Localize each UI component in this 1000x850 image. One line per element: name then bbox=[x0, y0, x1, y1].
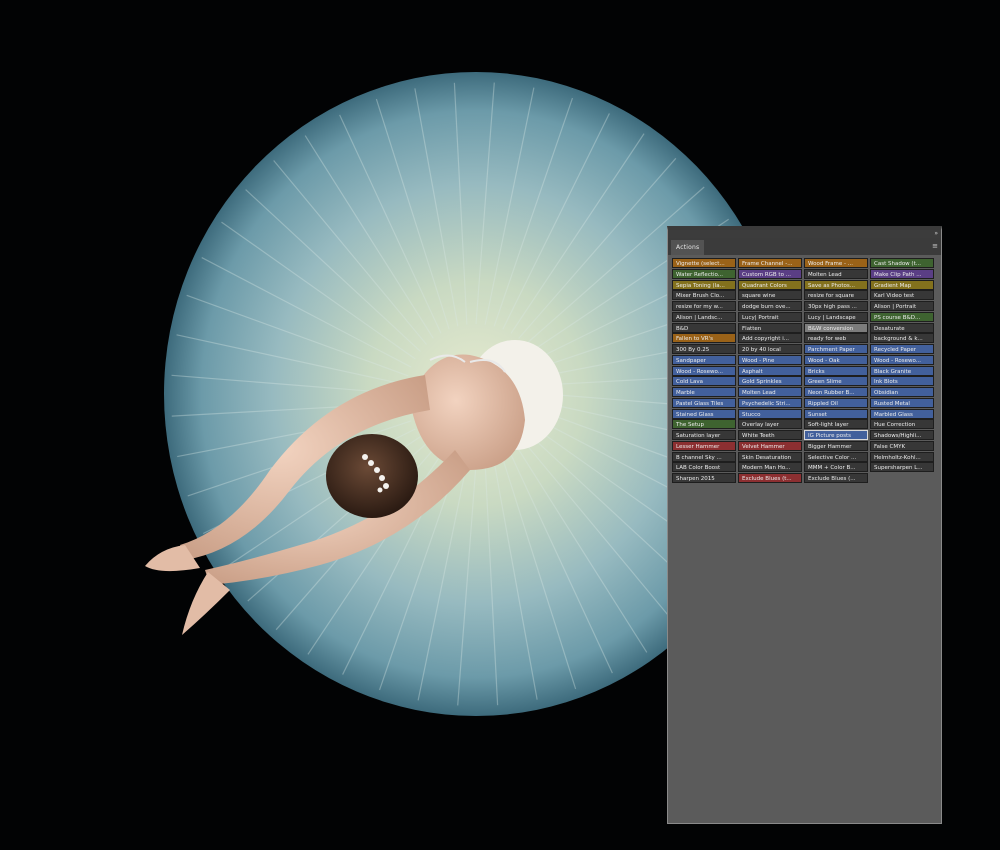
action-button[interactable]: Lucy| Portrait bbox=[738, 311, 802, 322]
action-button[interactable]: Shadows/Highli... bbox=[870, 430, 934, 440]
action-button[interactable]: Asphalt bbox=[738, 365, 802, 376]
action-button[interactable]: Cast Shadow (t... bbox=[870, 258, 934, 268]
action-button[interactable]: Karl Video test bbox=[870, 290, 934, 301]
action-button[interactable]: Helmholtz-Kohl... bbox=[870, 451, 934, 462]
action-button[interactable]: Marbled Glass bbox=[870, 408, 934, 419]
action-button[interactable]: Skin Desaturation bbox=[738, 451, 802, 462]
action-button[interactable]: Molten Lead bbox=[738, 387, 802, 397]
action-button[interactable]: Velvet Hammer bbox=[738, 440, 802, 451]
action-button[interactable]: B&D bbox=[672, 322, 736, 333]
action-button[interactable]: Selective Color ... bbox=[804, 451, 868, 462]
action-button[interactable]: Wood Frame - ... bbox=[804, 258, 868, 268]
action-button[interactable]: square wine bbox=[738, 290, 802, 301]
action-button[interactable]: Soft-light layer bbox=[804, 419, 868, 430]
tab-actions[interactable]: Actions bbox=[671, 240, 705, 255]
panel-tab-row: Actions ≡ bbox=[668, 238, 941, 255]
panel-title-bar[interactable]: » bbox=[668, 230, 941, 238]
action-button[interactable]: Recycled Paper bbox=[870, 344, 934, 354]
action-button[interactable]: dodge burn ove... bbox=[738, 301, 802, 311]
action-button[interactable]: Frame Channel -... bbox=[738, 258, 802, 268]
action-button[interactable]: Lesser Hammer bbox=[672, 440, 736, 451]
action-button[interactable]: 300 By 0.25 bbox=[672, 344, 736, 354]
action-button[interactable]: Wood - Rosewo... bbox=[870, 354, 934, 365]
action-button[interactable]: Sepia Toning (la... bbox=[672, 279, 736, 290]
action-button[interactable]: LAB Color Boost bbox=[672, 462, 736, 473]
action-button[interactable]: IG Picture posts bbox=[804, 430, 868, 440]
action-button[interactable]: Exclude Blues (... bbox=[804, 473, 868, 483]
action-button[interactable]: PS course B&D... bbox=[870, 311, 934, 322]
action-button[interactable]: Stucco bbox=[738, 408, 802, 419]
action-button[interactable]: Sunset bbox=[804, 408, 868, 419]
action-button[interactable]: Fallen to VR's bbox=[672, 333, 736, 344]
action-button[interactable]: Bricks bbox=[804, 365, 868, 376]
action-button[interactable]: Wood - Pine bbox=[738, 354, 802, 365]
action-button[interactable]: Wood - Oak bbox=[804, 354, 868, 365]
action-button[interactable]: Water Reflectio... bbox=[672, 268, 736, 279]
action-button[interactable]: Mixer Brush Clo... bbox=[672, 290, 736, 301]
action-button[interactable]: Parchment Paper bbox=[804, 344, 868, 354]
action-button[interactable]: 30px high pass ... bbox=[804, 301, 868, 311]
action-button[interactable]: resize for square bbox=[804, 290, 868, 301]
action-button[interactable]: Lucy | Landscape bbox=[804, 311, 868, 322]
action-button[interactable]: Molten Lead bbox=[804, 268, 868, 279]
action-button[interactable]: ready for web bbox=[804, 333, 868, 344]
action-button[interactable]: resize for my w... bbox=[672, 301, 736, 311]
action-button[interactable]: MMM + Color B... bbox=[804, 462, 868, 473]
action-button[interactable]: Sandpaper bbox=[672, 354, 736, 365]
action-button[interactable]: Bigger Hammer bbox=[804, 440, 868, 451]
action-button[interactable]: Rusted Metal bbox=[870, 397, 934, 408]
action-button[interactable]: Pastel Glass Tiles bbox=[672, 397, 736, 408]
action-button[interactable]: Saturation layer bbox=[672, 430, 736, 440]
action-button[interactable]: Alison | Portrait bbox=[870, 301, 934, 311]
action-button[interactable]: Cold Lava bbox=[672, 376, 736, 387]
actions-panel: » Actions ≡ Vignette (select... Frame Cha… bbox=[667, 226, 942, 824]
action-button[interactable]: Alison | Landsc... bbox=[672, 311, 736, 322]
action-button[interactable]: Supersharpen L... bbox=[870, 462, 934, 473]
action-button[interactable]: Overlay layer bbox=[738, 419, 802, 430]
action-button[interactable]: Gold Sprinkles bbox=[738, 376, 802, 387]
action-button[interactable]: Green Slime bbox=[804, 376, 868, 387]
action-button[interactable]: Wood - Rosewo... bbox=[672, 365, 736, 376]
action-button[interactable]: Desaturate bbox=[870, 322, 934, 333]
actions-button-grid: Vignette (select... Frame Channel -... Woo… bbox=[672, 258, 936, 483]
action-button[interactable]: Obsidian bbox=[870, 387, 934, 397]
action-button[interactable]: Psychedelic Stri... bbox=[738, 397, 802, 408]
action-button[interactable]: Modern Man Ho... bbox=[738, 462, 802, 473]
panel-menu-icon[interactable]: ≡ bbox=[932, 242, 938, 250]
action-button[interactable]: Gradient Map bbox=[870, 279, 934, 290]
action-button[interactable]: Ink Blots bbox=[870, 376, 934, 387]
action-button[interactable]: 20 by 40 local bbox=[738, 344, 802, 354]
action-button[interactable]: The Setup bbox=[672, 419, 736, 430]
action-button[interactable]: background & k... bbox=[870, 333, 934, 344]
action-button[interactable]: B channel Sky ... bbox=[672, 451, 736, 462]
action-button[interactable]: Exclude Blues (t... bbox=[738, 473, 802, 483]
action-button[interactable]: Make Clip Path ... bbox=[870, 268, 934, 279]
action-button[interactable]: Marble bbox=[672, 387, 736, 397]
action-button[interactable]: B&W conversion bbox=[804, 322, 868, 333]
action-button[interactable]: Stained Glass bbox=[672, 408, 736, 419]
action-button[interactable]: Custom RGB to ... bbox=[738, 268, 802, 279]
action-button[interactable]: Black Granite bbox=[870, 365, 934, 376]
action-button[interactable]: Rippled Oil bbox=[804, 397, 868, 408]
collapse-icon[interactable]: » bbox=[934, 230, 938, 238]
action-button[interactable]: Flatten bbox=[738, 322, 802, 333]
action-button[interactable]: Sharpen 2015 bbox=[672, 473, 736, 483]
action-button[interactable]: Vignette (select... bbox=[672, 258, 736, 268]
action-button[interactable]: Hue Correction bbox=[870, 419, 934, 430]
action-button[interactable]: White Teeth bbox=[738, 430, 802, 440]
action-button[interactable]: Quadrant Colors bbox=[738, 279, 802, 290]
action-button[interactable]: Add copyright i... bbox=[738, 333, 802, 344]
action-button[interactable]: False CMYK bbox=[870, 440, 934, 451]
action-button[interactable]: Save as Photos... bbox=[804, 279, 868, 290]
action-button[interactable]: Neon Rubber B... bbox=[804, 387, 868, 397]
